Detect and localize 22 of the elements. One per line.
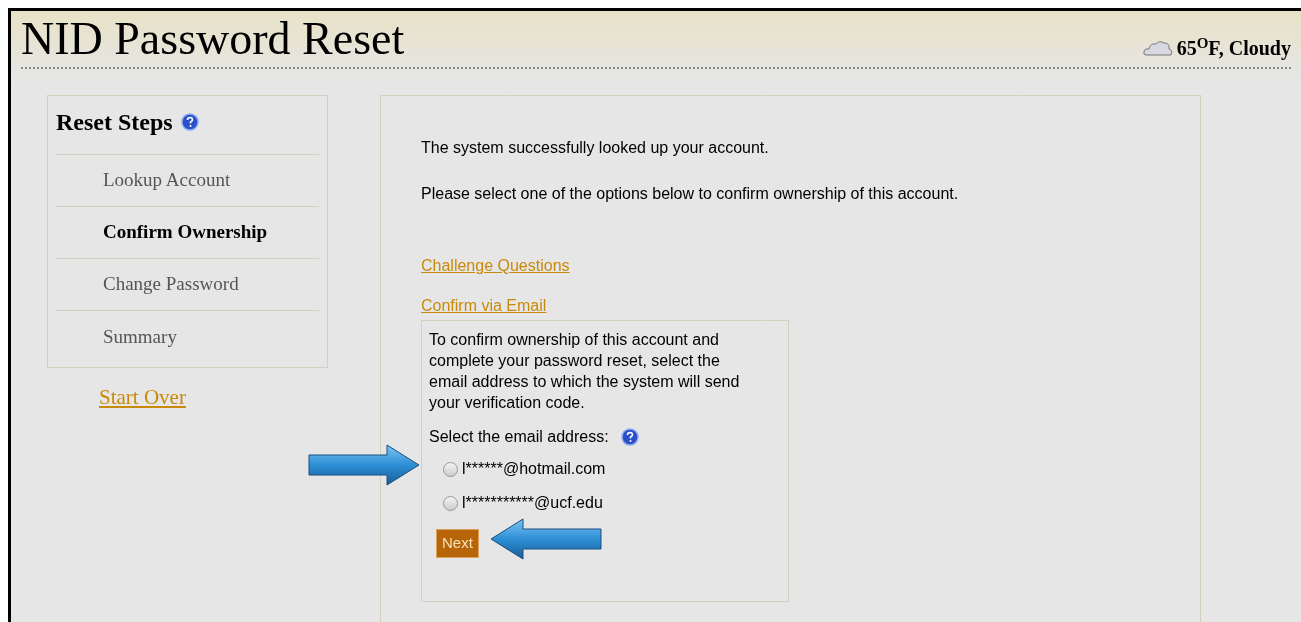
help-icon[interactable] bbox=[620, 428, 639, 446]
option-link[interactable]: Confirm via Email bbox=[421, 297, 547, 314]
cloud-icon bbox=[1142, 39, 1173, 57]
instructions-text: To confirm ownership of this account and complete your password reset, select the email address to which the system will send your verification code. bbox=[429, 330, 741, 413]
option-link[interactable]: Challenge Questions bbox=[421, 257, 570, 274]
radio-button[interactable] bbox=[443, 495, 458, 511]
radio-button[interactable] bbox=[443, 461, 458, 477]
start-over-link[interactable]: Start Over bbox=[99, 382, 186, 414]
weather-text: 65$^{O}$F, Cloudy bbox=[1176, 33, 1291, 62]
next-button[interactable]: Next bbox=[436, 529, 479, 558]
step-item: Change Password bbox=[103, 272, 239, 297]
step-item: Lookup Account bbox=[103, 168, 231, 193]
help-icon[interactable] bbox=[180, 113, 199, 131]
email-address: l***********@ucf.edu bbox=[462, 493, 603, 513]
select-label: Select the email address: bbox=[429, 427, 609, 447]
email-address: l******@hotmail.com bbox=[462, 459, 606, 479]
step-item: Confirm Ownership bbox=[103, 220, 268, 245]
message-text: Please select one of the options below to confirm ownership of this account. bbox=[421, 184, 960, 204]
steps-title: Reset Steps bbox=[56, 108, 173, 137]
message-text: The system successfully looked up your account. bbox=[421, 138, 770, 158]
step-item: Summary bbox=[103, 324, 177, 349]
page-title: NID Password Reset bbox=[21, 12, 405, 66]
